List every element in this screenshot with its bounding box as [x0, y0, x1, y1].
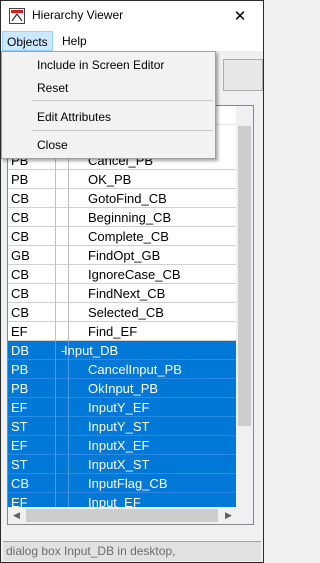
list-item[interactable]: CB GotoFind_CB — [8, 189, 237, 208]
list-item[interactable]: CB FindNext_CB — [8, 284, 237, 303]
item-type: DB — [11, 343, 30, 358]
scroll-right-arrow-icon: ▶ — [225, 510, 232, 520]
item-type: ST — [11, 419, 28, 434]
item-type: CB — [11, 305, 30, 320]
item-name: Selected_CB — [88, 305, 164, 320]
list-item[interactable]: PB OkInput_PB — [8, 379, 237, 398]
scroll-left-button[interactable]: ◀ — [8, 507, 25, 524]
item-name: CancelInput_PB — [88, 362, 182, 377]
vertical-scroll-thumb[interactable] — [238, 126, 251, 426]
item-type: PB — [11, 362, 29, 377]
list-item[interactable]: PB CancelInput_PB — [8, 360, 237, 379]
menu-item-include-in-screen-editor[interactable]: Include in Screen Editor — [37, 58, 164, 72]
item-name: Beginning_CB — [88, 210, 172, 225]
app-window-icon — [9, 8, 25, 24]
list-item[interactable]: ST InputY_ST — [8, 417, 237, 436]
menu-bar: Objects Help — [1, 31, 263, 51]
menu-objects[interactable]: Objects — [2, 31, 53, 51]
list-item[interactable]: EF Find_EF — [8, 322, 237, 341]
item-name: FindOpt_GB — [88, 248, 161, 263]
list-item[interactable]: CB IgnoreCase_CB — [8, 265, 237, 284]
item-name: Complete_CB — [88, 229, 169, 244]
item-type: CB — [11, 267, 30, 282]
list-item[interactable]: CB Beginning_CB — [8, 208, 237, 227]
list-item[interactable]: DB - Input_DB — [8, 341, 237, 360]
item-name: FindNext_CB — [88, 286, 166, 301]
item-type: CB — [11, 476, 30, 491]
item-type: CB — [11, 229, 30, 244]
status-bar: dialog box Input_DB in desktop, — [3, 541, 261, 561]
item-name: Find_EF — [88, 324, 138, 339]
vertical-scrollbar[interactable] — [236, 106, 253, 507]
item-type: CB — [11, 191, 30, 206]
item-type: GB — [11, 248, 30, 263]
horizontal-scrollbar[interactable]: ◀ ▶ — [8, 507, 237, 524]
item-name: GotoFind_CB — [88, 191, 167, 206]
item-type: EF — [11, 324, 28, 339]
item-type: CB — [11, 210, 30, 225]
item-type: ST — [11, 457, 28, 472]
list-item[interactable]: CB Complete_CB — [8, 227, 237, 246]
item-type: PB — [11, 381, 29, 396]
item-name: InputY_EF — [88, 400, 150, 415]
close-button[interactable]: ✕ — [217, 1, 263, 31]
item-type: CB — [11, 286, 30, 301]
menu-separator — [32, 100, 213, 101]
item-name: InputX_ST — [88, 457, 150, 472]
list-item[interactable]: EF InputX_EF — [8, 436, 237, 455]
objects-dropdown-menu: Include in Screen Editor Reset Edit Attr… — [1, 51, 216, 159]
item-name: IgnoreCase_CB — [88, 267, 181, 282]
item-type: EF — [11, 438, 28, 453]
item-type: EF — [11, 400, 28, 415]
list-item[interactable]: ST InputX_ST — [8, 455, 237, 474]
item-type: PB — [11, 172, 29, 187]
list-item[interactable]: PB OK_PB — [8, 170, 237, 189]
list-item[interactable]: CB InputFlag_CB — [8, 474, 237, 493]
list-item[interactable]: EF InputY_EF — [8, 398, 237, 417]
item-name: InputFlag_CB — [88, 476, 168, 491]
hierarchy-list[interactable]: PB Cancel_PB PB OK_PB CB GotoFind_CB CB Beginni… — [7, 105, 254, 525]
item-name: OK_PB — [88, 172, 132, 187]
close-icon: ✕ — [233, 8, 247, 25]
scroll-right-button[interactable]: ▶ — [220, 507, 237, 524]
menu-help[interactable]: Help — [58, 31, 91, 51]
scrollbar-corner — [236, 507, 253, 524]
menu-separator — [32, 130, 213, 131]
scroll-left-arrow-icon: ◀ — [13, 510, 20, 520]
list-item[interactable]: GB FindOpt_GB — [8, 246, 237, 265]
item-name: InputY_ST — [88, 419, 150, 434]
window-title: Hierarchy Viewer — [32, 8, 124, 22]
menu-item-reset[interactable]: Reset — [37, 81, 68, 95]
item-name: InputX_EF — [88, 438, 150, 453]
list-item[interactable]: CB Selected_CB — [8, 303, 237, 322]
item-name: OkInput_PB — [88, 381, 159, 396]
item-name: Input_DB — [64, 343, 119, 358]
menu-item-edit-attributes[interactable]: Edit Attributes — [37, 110, 111, 124]
title-bar[interactable]: Hierarchy Viewer ✕ — [1, 1, 263, 31]
hierarchy-viewer-window: Hierarchy Viewer ✕ Objects Help PB Cancel… — [0, 0, 264, 563]
toolbar-button[interactable] — [223, 59, 263, 91]
menu-item-close[interactable]: Close — [37, 138, 68, 152]
horizontal-scroll-thumb[interactable] — [26, 509, 218, 522]
